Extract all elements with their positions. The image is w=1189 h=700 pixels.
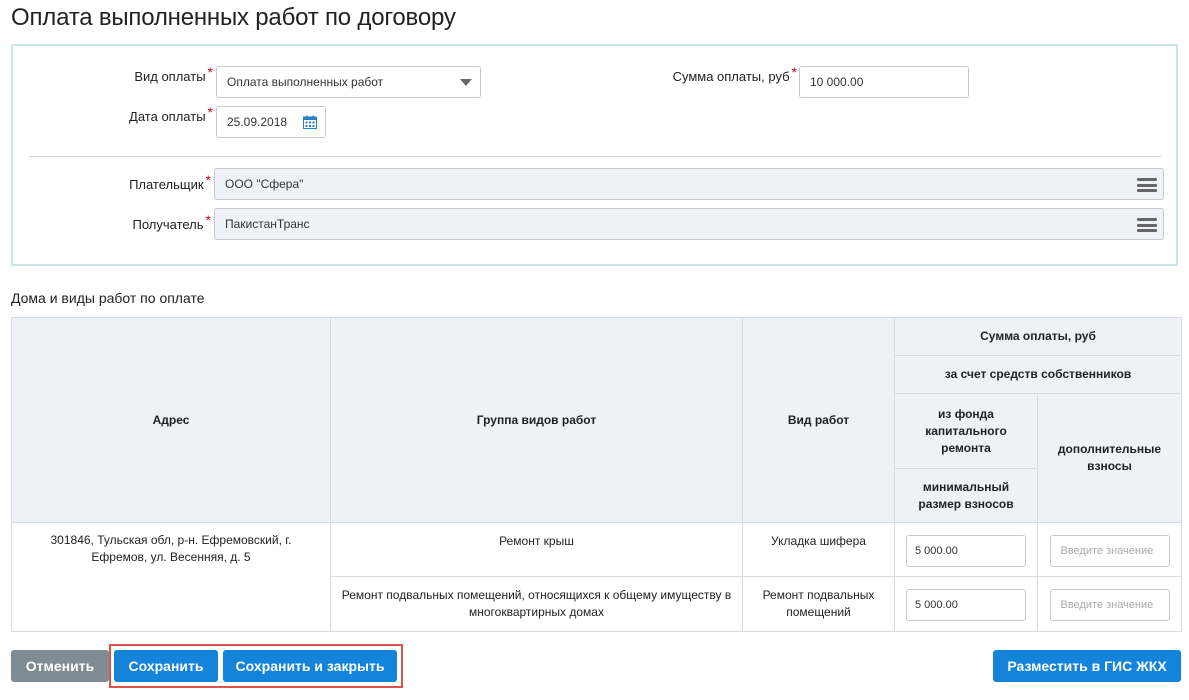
payer-field[interactable]: ООО "Сфера" xyxy=(214,168,1164,200)
payment-form-panel: Вид оплаты * Оплата выполненных работ Су… xyxy=(11,44,1178,266)
chevron-down-icon xyxy=(460,79,472,86)
works-section-title: Дома и виды работ по оплате xyxy=(11,290,205,306)
menu-icon[interactable] xyxy=(1137,178,1157,192)
payer-value: ООО "Сфера" xyxy=(225,177,304,191)
payment-type-label-row: Вид оплаты * xyxy=(13,64,213,84)
required-mark: * xyxy=(791,64,797,80)
required-mark: * xyxy=(205,172,211,188)
payment-type-select[interactable]: Оплата выполненных работ xyxy=(216,66,481,98)
header-min-contrib: минимальный размер взносов xyxy=(894,468,1038,523)
min-contrib-input[interactable]: 5 000.00 xyxy=(906,535,1026,567)
work-type-cell: Укладка шифера xyxy=(742,522,895,577)
payment-sum-label-row: Сумма оплаты, руб * xyxy=(573,64,797,84)
payment-type-label: Вид оплаты xyxy=(134,68,206,84)
header-sum: Сумма оплаты, руб xyxy=(894,317,1182,356)
required-mark: * xyxy=(205,212,211,228)
save-button[interactable]: Сохранить xyxy=(114,650,218,682)
payment-date-value: 25.09.2018 xyxy=(227,115,288,129)
header-additional: дополнительные взносы xyxy=(1037,393,1182,523)
required-mark: * xyxy=(207,64,213,80)
min-contrib-cell: 5 000.00 xyxy=(894,576,1038,632)
additional-input[interactable]: Введите значение xyxy=(1049,535,1170,567)
additional-cell: Введите значение xyxy=(1037,576,1182,632)
publish-button[interactable]: Разместить в ГИС ЖКХ xyxy=(993,650,1181,682)
recipient-label: Получатель xyxy=(132,216,204,232)
page-title: Оплата выполненных работ по договору xyxy=(11,4,456,31)
works-table: Адрес Группа видов работ Вид работ Сумма… xyxy=(11,317,1182,632)
additional-cell: Введите значение xyxy=(1037,522,1182,577)
required-mark: * xyxy=(207,104,213,120)
header-group: Группа видов работ xyxy=(330,317,743,523)
group-cell: Ремонт крыш xyxy=(330,522,743,577)
address-cell: 301846, Тульская обл, р-н. Ефремовский, … xyxy=(11,522,331,632)
payment-date-input[interactable]: 25.09.2018 xyxy=(216,106,326,138)
group-cell: Ремонт подвальных помещений, относящихся… xyxy=(330,576,743,632)
work-type-cell: Ремонт подвальных помещений xyxy=(742,576,895,632)
payment-sum-value: 10 000.00 xyxy=(810,75,864,89)
payment-date-label-row: Дата оплаты * xyxy=(13,104,213,124)
payment-sum-input[interactable]: 10 000.00 xyxy=(799,66,969,98)
payment-sum-label: Сумма оплаты, руб xyxy=(672,68,790,84)
recipient-field[interactable]: ПакистанТранс xyxy=(214,208,1164,240)
payment-date-label: Дата оплаты xyxy=(129,108,206,124)
menu-icon[interactable] xyxy=(1137,218,1157,232)
table-row: 301846, Тульская обл, р-н. Ефремовский, … xyxy=(11,522,1182,632)
calendar-icon[interactable] xyxy=(303,115,317,129)
header-owners-funds: за счет средств собственников xyxy=(894,355,1182,394)
header-work-type: Вид работ xyxy=(742,317,895,523)
save-and-close-button[interactable]: Сохранить и закрыть xyxy=(223,650,397,682)
min-contrib-cell: 5 000.00 xyxy=(894,522,1038,577)
payment-type-value: Оплата выполненных работ xyxy=(227,75,384,89)
recipient-label-row: Получатель * xyxy=(13,212,211,232)
payer-label-row: Плательщик * xyxy=(13,172,211,192)
min-contrib-input[interactable]: 5 000.00 xyxy=(906,589,1026,621)
header-address: Адрес xyxy=(11,317,331,523)
cancel-button[interactable]: Отменить xyxy=(11,650,109,682)
form-divider xyxy=(29,156,1161,157)
header-cap-fund: из фонда капитального ремонта xyxy=(894,393,1038,469)
recipient-value: ПакистанТранс xyxy=(225,217,310,231)
additional-input[interactable]: Введите значение xyxy=(1049,589,1170,621)
payer-label: Плательщик xyxy=(129,176,204,192)
